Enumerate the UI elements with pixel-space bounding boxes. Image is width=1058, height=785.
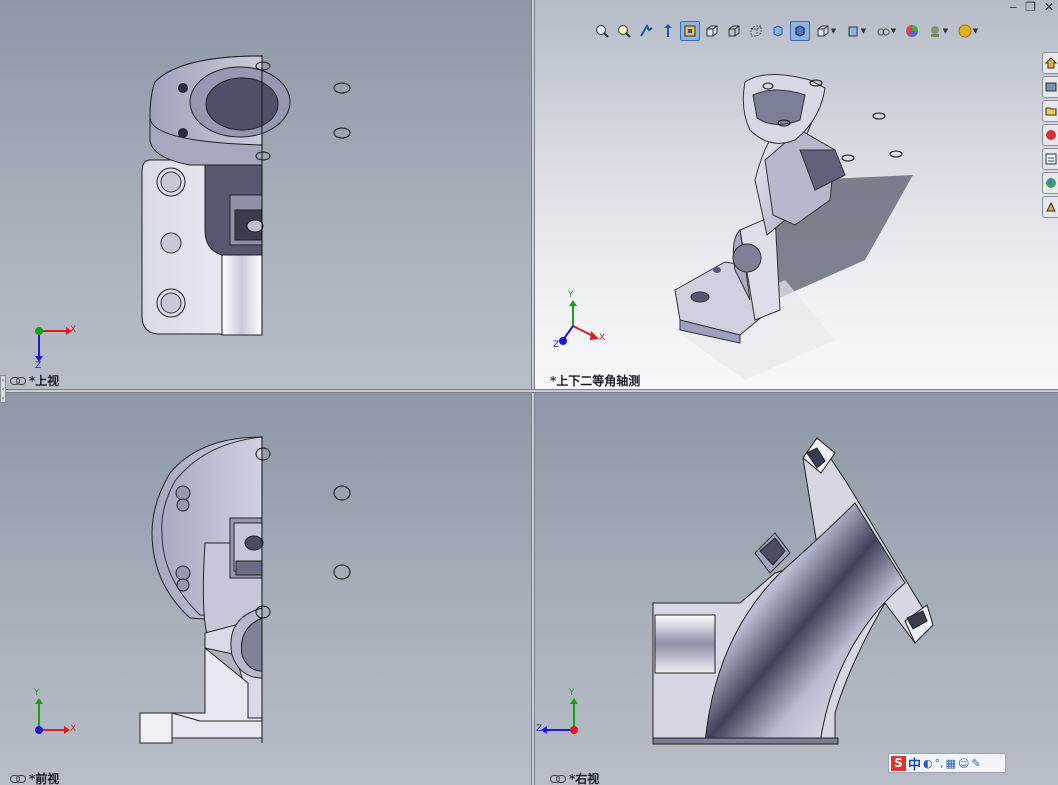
hide-show-items-icon[interactable]: ▼	[842, 21, 870, 41]
triad-y-label: Y	[569, 688, 575, 698]
viewport-isometric[interactable]: Y X Z *上下二等角轴测 ▼ ▼ ▼ ▼ ▼ ‒ ❐ ✕	[535, 0, 1058, 389]
sogou-logo-icon[interactable]: S	[891, 755, 906, 771]
appearances-icon[interactable]	[1042, 172, 1058, 194]
front-view-model	[35, 436, 351, 744]
top-view-model	[35, 55, 351, 362]
triad-y-label: Y	[568, 290, 574, 300]
triad-z-label: Z	[35, 361, 42, 371]
home-icon[interactable]	[1042, 52, 1058, 74]
heads-up-view-toolbar: ▼ ▼ ▼ ▼ ▼	[592, 20, 982, 42]
view-palette-icon[interactable]	[1042, 148, 1058, 170]
triad-y-label: Y	[34, 688, 40, 698]
hidden-lines-icon[interactable]	[724, 21, 744, 41]
viewport-right[interactable]: Y Z *右视	[535, 393, 1058, 785]
wireframe-icon[interactable]	[746, 21, 766, 41]
ime-mode-toggle[interactable]: 中	[908, 754, 921, 773]
close-icon[interactable]: ✕	[1044, 0, 1054, 14]
search-icon[interactable]	[1042, 124, 1058, 146]
shaded-icon[interactable]	[768, 21, 788, 41]
viewport-label-front: *前视	[10, 770, 59, 785]
isometric-view-model	[559, 73, 913, 380]
display-style-icon[interactable]	[702, 21, 722, 41]
triad-z-label: Z	[536, 724, 543, 734]
viewport-window-controls: ‒ ❐ ✕	[1010, 0, 1054, 14]
punctuation-icon[interactable]: °,	[935, 757, 944, 770]
task-pane	[1042, 52, 1058, 218]
triad-x-label: X	[70, 325, 77, 335]
link-views-icon[interactable]	[10, 774, 26, 783]
design-library-icon[interactable]	[1042, 76, 1058, 98]
horizontal-viewport-splitter[interactable]	[0, 389, 1058, 393]
shaded-with-edges-icon[interactable]	[790, 21, 810, 41]
triad-x-label: X	[70, 724, 77, 734]
zoom-to-area-icon[interactable]	[614, 21, 634, 41]
feature-manager-collapse-handle[interactable]: ‹ ‹ ‹	[0, 375, 6, 403]
user-icon[interactable]: ☺	[958, 757, 969, 770]
ime-toolbar: S 中 ◐ °, ▦ ☺ ✎	[888, 753, 1006, 773]
triad-x-label: X	[599, 333, 606, 343]
triad-z-label: Z	[553, 340, 560, 350]
zoom-to-fit-icon[interactable]	[592, 21, 612, 41]
settings-wrench-icon[interactable]: ✎	[972, 757, 981, 770]
right-view-model	[541, 437, 934, 745]
viewport-label-isometric: *上下二等角轴测	[550, 374, 641, 388]
keyboard-icon[interactable]: ▦	[946, 757, 956, 770]
edit-appearance-icon[interactable]: ▼	[872, 21, 900, 41]
moon-icon[interactable]: ◐	[923, 757, 933, 770]
display-style-dropdown[interactable]: ▼	[812, 21, 840, 41]
link-views-icon[interactable]	[550, 774, 566, 783]
viewport-label-right: *右视	[550, 770, 599, 785]
view-orientation-icon[interactable]	[680, 21, 700, 41]
file-explorer-icon[interactable]	[1042, 100, 1058, 122]
previous-view-icon[interactable]	[636, 21, 656, 41]
apply-scene-color-icon[interactable]	[902, 21, 922, 41]
viewport-front[interactable]: Y X *前视	[0, 393, 531, 785]
restore-icon[interactable]: ❐	[1025, 0, 1036, 14]
viewport-label-top: *上视	[10, 372, 59, 389]
custom-properties-icon[interactable]	[1042, 196, 1058, 218]
link-views-icon[interactable]	[10, 376, 26, 385]
viewport-top[interactable]: X Z *上视	[0, 0, 531, 389]
section-view-icon[interactable]	[658, 21, 678, 41]
view-settings-icon[interactable]: ▼	[954, 21, 982, 41]
minimize-icon[interactable]: ‒	[1010, 0, 1018, 14]
apply-scene-icon[interactable]: ▼	[924, 21, 952, 41]
